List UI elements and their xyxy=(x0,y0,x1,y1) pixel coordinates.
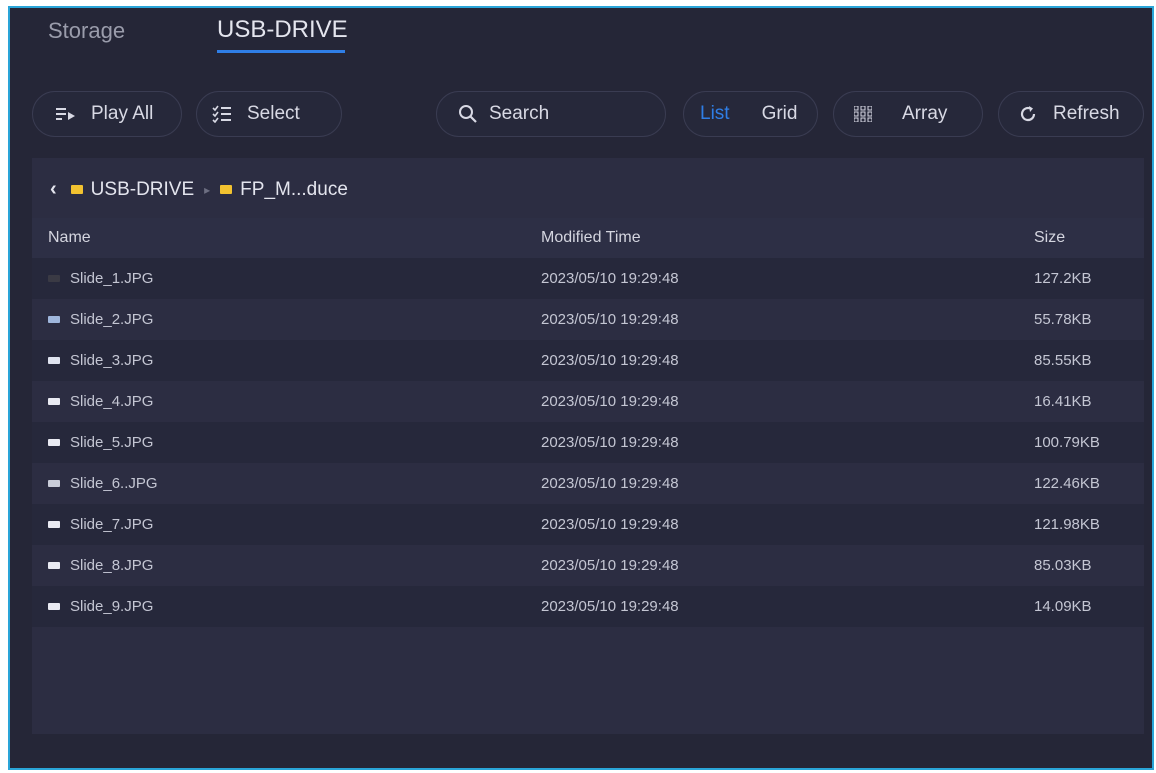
table-header: Name Modified Time Size xyxy=(32,218,1144,258)
file-modified-time: 2023/05/10 19:29:48 xyxy=(541,393,679,410)
file-modified-time: 2023/05/10 19:29:48 xyxy=(541,434,679,451)
column-header-size[interactable]: Size xyxy=(1034,229,1065,247)
file-modified-time: 2023/05/10 19:29:48 xyxy=(541,352,679,369)
file-name: Slide_6..JPG xyxy=(70,475,158,492)
refresh-button[interactable]: Refresh xyxy=(998,91,1144,137)
view-toggle[interactable]: List Grid xyxy=(683,91,818,137)
file-modified-time: 2023/05/10 19:29:48 xyxy=(541,557,679,574)
refresh-icon xyxy=(1017,103,1039,125)
file-name: Slide_5.JPG xyxy=(70,434,154,451)
table-row[interactable]: Slide_3.JPG 2023/05/10 19:29:48 85.55KB xyxy=(32,340,1144,381)
playlist-play-icon xyxy=(55,103,77,125)
refresh-label: Refresh xyxy=(1053,103,1120,124)
array-label: Array xyxy=(902,103,948,124)
select-label: Select xyxy=(247,103,300,124)
folder-icon xyxy=(70,185,83,194)
file-name: Slide_7.JPG xyxy=(70,516,154,533)
file-name: Slide_4.JPG xyxy=(70,393,154,410)
array-button[interactable]: Array xyxy=(833,91,983,137)
file-name: Slide_9.JPG xyxy=(70,598,154,615)
file-size: 85.55KB xyxy=(1034,352,1092,369)
table-row[interactable]: Slide_9.JPG 2023/05/10 19:29:48 14.09KB xyxy=(32,586,1144,627)
image-thumbnail-icon xyxy=(48,316,60,323)
file-size: 14.09KB xyxy=(1034,598,1092,615)
file-size: 127.2KB xyxy=(1034,270,1092,287)
view-grid-option[interactable]: Grid xyxy=(762,103,798,125)
search-placeholder: Search xyxy=(489,103,550,124)
folder-icon xyxy=(220,185,233,194)
file-modified-time: 2023/05/10 19:29:48 xyxy=(541,598,679,615)
checklist-icon xyxy=(211,103,233,125)
image-thumbnail-icon xyxy=(48,275,60,282)
table-row[interactable]: Slide_2.JPG 2023/05/10 19:29:48 55.78KB xyxy=(32,299,1144,340)
grid-array-icon xyxy=(852,103,874,125)
view-list-option[interactable]: List xyxy=(700,103,730,125)
image-thumbnail-icon xyxy=(48,521,60,528)
file-size: 121.98KB xyxy=(1034,516,1100,533)
file-modified-time: 2023/05/10 19:29:48 xyxy=(541,516,679,533)
file-name: Slide_2.JPG xyxy=(70,311,154,328)
play-all-label: Play All xyxy=(91,103,154,124)
file-name: Slide_1.JPG xyxy=(70,270,154,287)
file-modified-time: 2023/05/10 19:29:48 xyxy=(541,311,679,328)
active-tab-indicator xyxy=(217,50,345,53)
image-thumbnail-icon xyxy=(48,439,60,446)
play-all-button[interactable]: Play All xyxy=(32,91,182,137)
file-table-body: Slide_1.JPG 2023/05/10 19:29:48 127.2KB … xyxy=(32,258,1144,627)
file-manager-window: Storage USB-DRIVE Play All Select Search… xyxy=(8,6,1154,770)
file-modified-time: 2023/05/10 19:29:48 xyxy=(541,475,679,492)
table-row[interactable]: Slide_1.JPG 2023/05/10 19:29:48 127.2KB xyxy=(32,258,1144,299)
file-size: 100.79KB xyxy=(1034,434,1100,451)
image-thumbnail-icon xyxy=(48,357,60,364)
breadcrumb-item-usb-drive[interactable]: USB-DRIVE xyxy=(91,179,194,201)
file-list-panel: ‹ USB-DRIVE ▸ FP_M...duce Name Modified … xyxy=(32,158,1144,734)
breadcrumb-separator-icon: ▸ xyxy=(204,182,211,197)
file-name: Slide_8.JPG xyxy=(70,557,154,574)
table-row[interactable]: Slide_8.JPG 2023/05/10 19:29:48 85.03KB xyxy=(32,545,1144,586)
image-thumbnail-icon xyxy=(48,480,60,487)
file-name: Slide_3.JPG xyxy=(70,352,154,369)
table-row[interactable]: Slide_6..JPG 2023/05/10 19:29:48 122.46K… xyxy=(32,463,1144,504)
image-thumbnail-icon xyxy=(48,562,60,569)
breadcrumb: ‹ USB-DRIVE ▸ FP_M...duce xyxy=(50,178,348,201)
search-input[interactable]: Search xyxy=(436,91,666,137)
file-size: 55.78KB xyxy=(1034,311,1092,328)
file-size: 16.41KB xyxy=(1034,393,1092,410)
file-size: 122.46KB xyxy=(1034,475,1100,492)
tab-usb-drive[interactable]: USB-DRIVE xyxy=(217,16,348,44)
image-thumbnail-icon xyxy=(48,603,60,610)
column-header-name[interactable]: Name xyxy=(48,229,91,247)
column-header-modified-time[interactable]: Modified Time xyxy=(541,229,641,247)
table-row[interactable]: Slide_5.JPG 2023/05/10 19:29:48 100.79KB xyxy=(32,422,1144,463)
file-size: 85.03KB xyxy=(1034,557,1092,574)
tab-storage[interactable]: Storage xyxy=(48,18,125,44)
file-modified-time: 2023/05/10 19:29:48 xyxy=(541,270,679,287)
image-thumbnail-icon xyxy=(48,398,60,405)
table-row[interactable]: Slide_4.JPG 2023/05/10 19:29:48 16.41KB xyxy=(32,381,1144,422)
table-row[interactable]: Slide_7.JPG 2023/05/10 19:29:48 121.98KB xyxy=(32,504,1144,545)
search-icon xyxy=(457,103,479,125)
breadcrumb-item-current-folder[interactable]: FP_M...duce xyxy=(240,179,348,201)
select-button[interactable]: Select xyxy=(196,91,342,137)
chevron-left-icon[interactable]: ‹ xyxy=(50,178,57,201)
